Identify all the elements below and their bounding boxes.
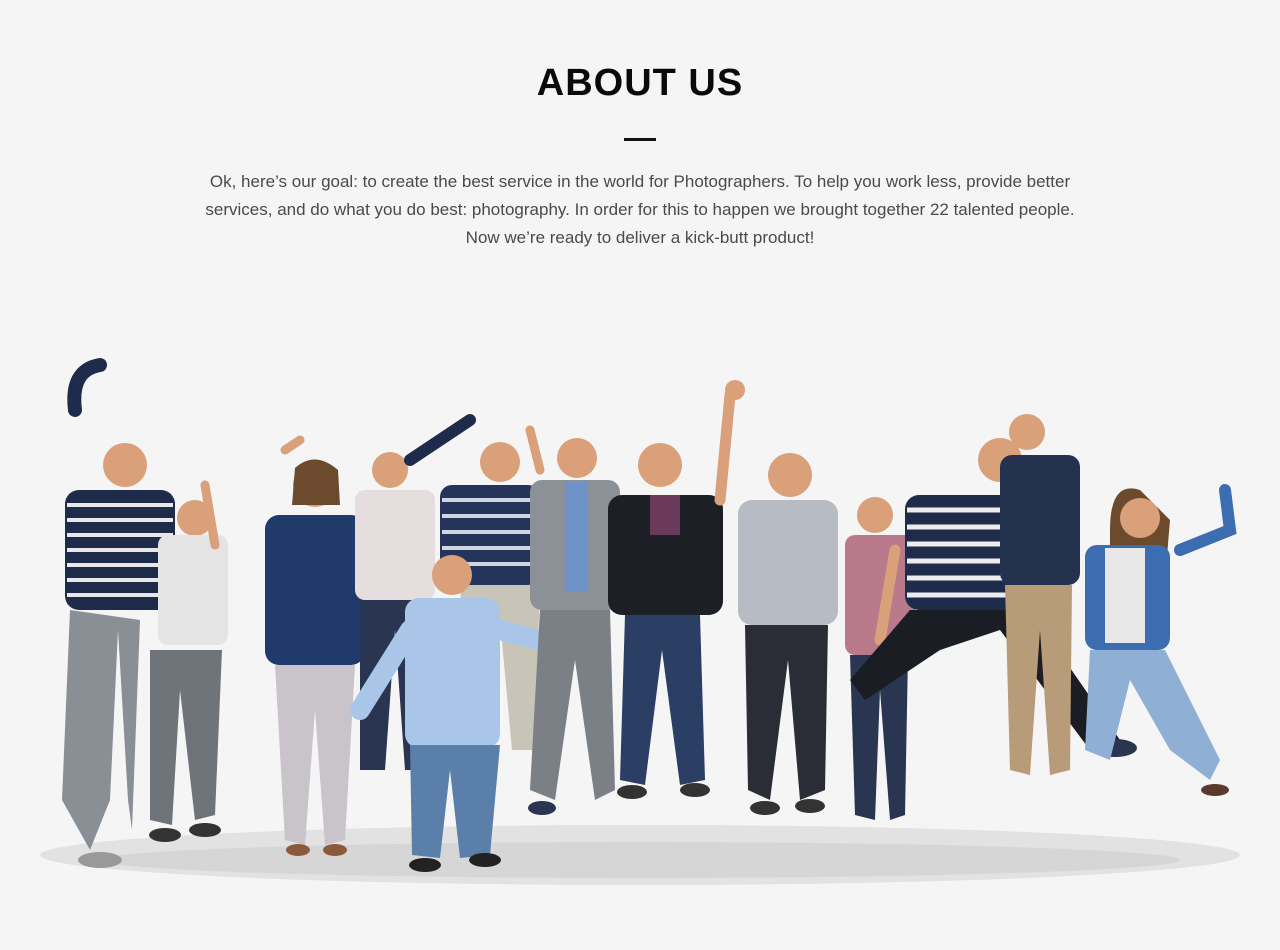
title-divider	[624, 138, 656, 141]
page-title: ABOUT US	[536, 62, 744, 104]
team-member	[608, 443, 723, 799]
team-member	[1000, 414, 1080, 775]
team-member	[714, 380, 838, 815]
team-member	[528, 438, 620, 815]
about-section: ABOUT US Ok, here’s our goal: to create …	[0, 0, 1280, 950]
team-member	[1085, 484, 1237, 796]
team-photo	[0, 330, 1280, 930]
team-member	[265, 435, 365, 856]
team-member	[149, 480, 228, 842]
intro-text: Ok, here’s our goal: to create the best …	[205, 172, 1075, 247]
